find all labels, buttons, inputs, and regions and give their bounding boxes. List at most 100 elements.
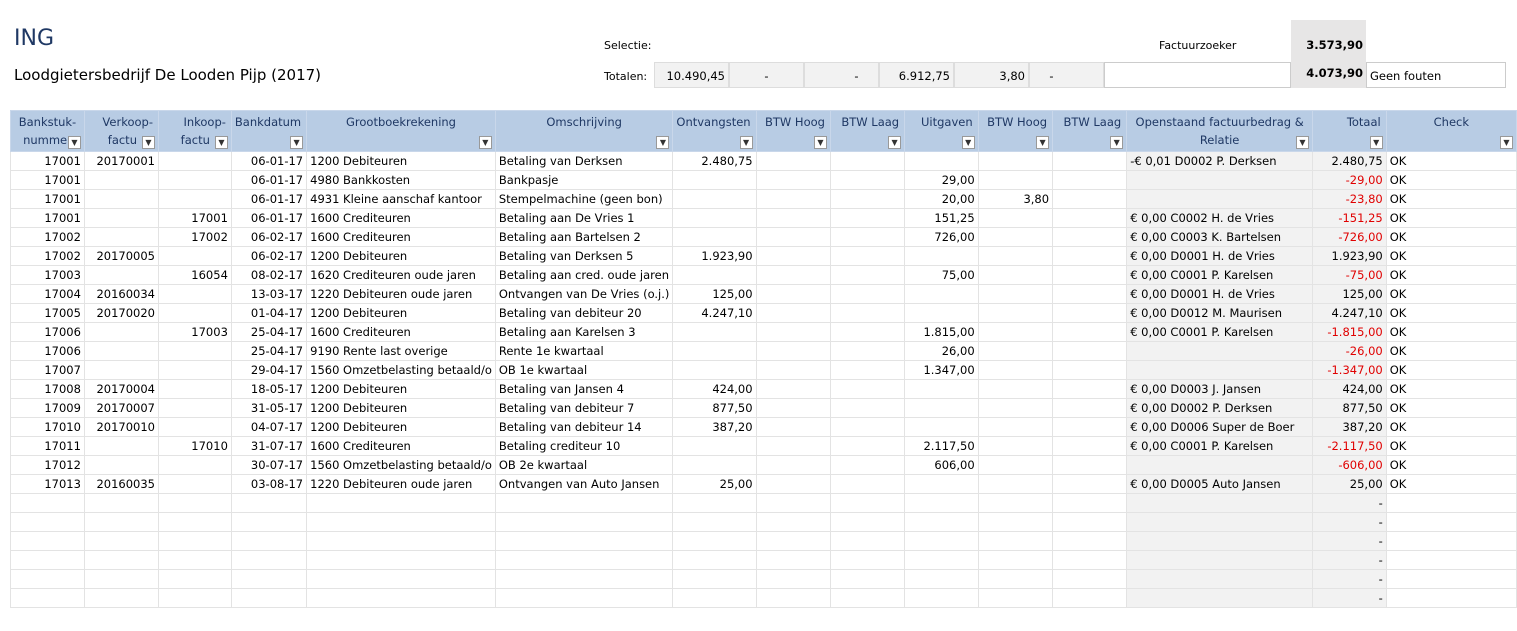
table-cell[interactable]	[83, 493, 159, 513]
table-cell[interactable]: Ontvangen van De Vries (o.j.)	[494, 284, 674, 304]
table-cell[interactable]: Rente 1e kwartaal	[494, 341, 674, 361]
table-cell[interactable]	[672, 569, 757, 589]
table-cell[interactable]	[977, 512, 1054, 532]
table-cell[interactable]	[157, 512, 232, 532]
table-cell[interactable]: OK	[1385, 189, 1517, 209]
table-cell[interactable]	[157, 398, 232, 418]
table-cell[interactable]	[83, 170, 159, 190]
table-cell[interactable]: 01-04-17	[230, 303, 308, 323]
table-cell[interactable]	[157, 531, 232, 551]
table-cell[interactable]: 20160034	[83, 284, 159, 304]
table-cell[interactable]: 04-07-17	[230, 417, 308, 437]
table-cell[interactable]: 1560 Omzetbelasting betaald/o	[306, 360, 496, 380]
table-cell[interactable]: 08-02-17	[230, 265, 308, 285]
table-cell[interactable]	[1052, 379, 1128, 399]
table-cell[interactable]	[904, 588, 979, 608]
table-cell[interactable]	[672, 588, 757, 608]
table-cell[interactable]: OK	[1385, 170, 1517, 190]
table-cell[interactable]	[904, 246, 979, 266]
table-cell[interactable]: 03-08-17	[230, 474, 308, 494]
table-cell[interactable]: 30-07-17	[230, 455, 308, 475]
table-cell[interactable]	[755, 189, 831, 209]
table-cell[interactable]	[1385, 493, 1517, 513]
table-cell[interactable]: 125,00	[1312, 284, 1387, 304]
table-cell[interactable]	[1052, 531, 1128, 551]
table-cell[interactable]	[1052, 303, 1128, 323]
table-cell[interactable]	[157, 569, 232, 589]
table-cell[interactable]	[829, 531, 906, 551]
table-cell[interactable]	[10, 569, 85, 589]
table-cell[interactable]	[755, 417, 831, 437]
table-cell[interactable]: € 0,00 D0001 H. de Vries	[1126, 246, 1313, 266]
table-cell[interactable]	[157, 151, 232, 171]
table-cell[interactable]: 4980 Bankkosten	[306, 170, 496, 190]
table-cell[interactable]	[83, 588, 159, 608]
table-cell[interactable]	[1126, 569, 1313, 589]
table-cell[interactable]	[672, 208, 757, 228]
table-cell[interactable]	[494, 588, 674, 608]
table-cell[interactable]	[1052, 436, 1128, 456]
table-cell[interactable]: -1.815,00	[1312, 322, 1387, 342]
table-cell[interactable]	[1126, 493, 1313, 513]
table-cell[interactable]: 1200 Debiteuren	[306, 303, 496, 323]
table-cell[interactable]	[306, 588, 496, 608]
table-cell[interactable]	[829, 474, 906, 494]
table-cell[interactable]	[829, 455, 906, 475]
table-cell[interactable]: 17013	[10, 474, 85, 494]
table-cell[interactable]	[755, 493, 831, 513]
table-cell[interactable]: 31-07-17	[230, 436, 308, 456]
table-cell[interactable]	[904, 569, 979, 589]
table-cell[interactable]	[977, 474, 1054, 494]
table-cell[interactable]	[83, 512, 159, 532]
table-cell[interactable]	[977, 379, 1054, 399]
table-cell[interactable]: 75,00	[904, 265, 979, 285]
table-cell[interactable]	[1126, 588, 1313, 608]
table-cell[interactable]	[157, 455, 232, 475]
table-cell[interactable]	[157, 417, 232, 437]
filter-dropdown-icon[interactable]: ▼	[739, 136, 753, 149]
table-cell[interactable]: Bankpasje	[494, 170, 674, 190]
table-cell[interactable]	[672, 170, 757, 190]
table-cell[interactable]	[977, 246, 1054, 266]
table-cell[interactable]: 1220 Debiteuren oude jaren	[306, 474, 496, 494]
table-cell[interactable]: 06-01-17	[230, 151, 308, 171]
table-cell[interactable]: € 0,00 D0003 J. Jansen	[1126, 379, 1313, 399]
table-cell[interactable]: 4931 Kleine aanschaf kantoor	[306, 189, 496, 209]
table-cell[interactable]	[829, 322, 906, 342]
table-cell[interactable]	[672, 436, 757, 456]
table-cell[interactable]: Betaling aan Karelsen 3	[494, 322, 674, 342]
table-cell[interactable]: 17008	[10, 379, 85, 399]
table-cell[interactable]	[157, 284, 232, 304]
filter-dropdown-icon[interactable]: ▼	[813, 136, 827, 149]
table-cell[interactable]: Stempelmachine (geen bon)	[494, 189, 674, 209]
filter-dropdown-icon[interactable]: ▼	[1369, 136, 1383, 149]
table-cell[interactable]	[306, 493, 496, 513]
table-cell[interactable]: -2.117,50	[1312, 436, 1387, 456]
table-cell[interactable]	[1052, 455, 1128, 475]
table-cell[interactable]: 2.117,50	[904, 436, 979, 456]
table-cell[interactable]	[904, 284, 979, 304]
table-cell[interactable]: 1.923,90	[672, 246, 757, 266]
table-cell[interactable]	[1052, 322, 1128, 342]
table-cell[interactable]	[1126, 360, 1313, 380]
table-cell[interactable]	[829, 303, 906, 323]
table-cell[interactable]	[755, 151, 831, 171]
table-cell[interactable]: 06-01-17	[230, 189, 308, 209]
table-cell[interactable]	[977, 360, 1054, 380]
table-cell[interactable]: 17005	[10, 303, 85, 323]
table-cell[interactable]: 17006	[10, 322, 85, 342]
table-cell[interactable]: 17001	[10, 151, 85, 171]
table-cell[interactable]	[755, 436, 831, 456]
table-cell[interactable]	[157, 493, 232, 513]
table-cell[interactable]: 151,25	[904, 208, 979, 228]
table-cell[interactable]: -	[1312, 588, 1387, 608]
table-cell[interactable]	[755, 398, 831, 418]
table-cell[interactable]: Betaling aan Bartelsen 2	[494, 227, 674, 247]
table-cell[interactable]	[230, 569, 308, 589]
table-cell[interactable]	[10, 588, 85, 608]
table-cell[interactable]: 1.815,00	[904, 322, 979, 342]
table-cell[interactable]: 17002	[157, 227, 232, 247]
table-cell[interactable]	[829, 417, 906, 437]
table-cell[interactable]	[904, 303, 979, 323]
table-cell[interactable]: Betaling van debiteur 14	[494, 417, 674, 437]
